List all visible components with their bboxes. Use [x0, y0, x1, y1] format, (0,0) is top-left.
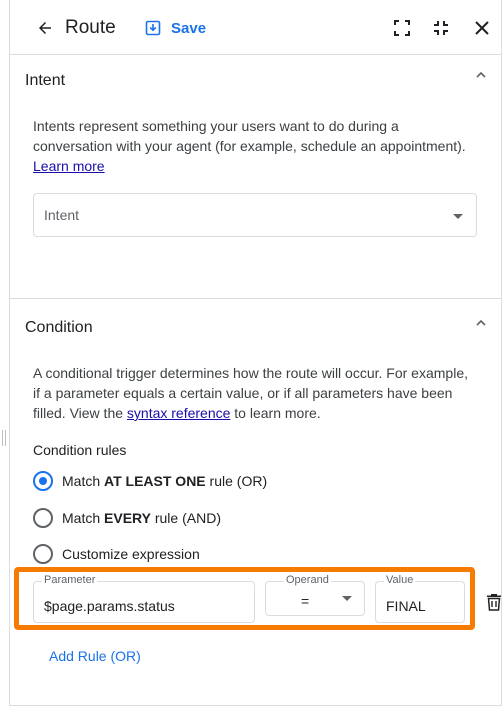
save-icon [145, 20, 161, 36]
condition-rules-title: Condition rules [33, 442, 127, 458]
operand-value: = [301, 593, 310, 609]
operand-select[interactable]: Operand = [265, 574, 365, 616]
operand-label: Operand [284, 574, 331, 586]
radio-button-checked[interactable] [33, 471, 53, 491]
parameter-input[interactable]: Parameter $page.params.status [33, 574, 255, 623]
intent-select-placeholder: Intent [44, 207, 80, 223]
value-value: FINAL [386, 598, 426, 614]
arrow-back-icon[interactable] [36, 19, 54, 37]
route-panel: Route Save Intent Intents represent some… [9, 0, 502, 706]
radio-customize-label: Customize expression [62, 546, 200, 562]
intent-section-title: Intent [25, 72, 66, 89]
condition-description: A conditional trigger determines how the… [33, 365, 468, 421]
radio-match-or-label: Match AT LEAST ONE rule (OR) [62, 473, 268, 489]
dropdown-caret-icon [453, 214, 463, 219]
intent-select[interactable]: Intent [33, 193, 477, 237]
radio-match-or[interactable]: Match AT LEAST ONE rule (OR) [33, 471, 267, 491]
close-icon[interactable] [473, 19, 491, 37]
chevron-up-icon[interactable] [474, 316, 488, 330]
save-label: Save [171, 19, 207, 37]
radio-button[interactable] [33, 508, 53, 528]
section-divider [10, 298, 501, 299]
dropdown-caret-icon [342, 596, 352, 601]
chevron-up-icon[interactable] [474, 68, 488, 82]
value-label: Value [384, 574, 416, 586]
parameter-value: $page.params.status [44, 598, 175, 614]
delete-icon[interactable] [486, 593, 502, 611]
fullscreen-exit-icon[interactable] [432, 19, 450, 37]
panel-header: Route Save [10, 0, 501, 55]
syntax-reference-link[interactable]: syntax reference [127, 405, 231, 421]
save-button[interactable]: Save [145, 15, 206, 41]
radio-match-and-label: Match EVERY rule (AND) [62, 510, 221, 526]
radio-match-and[interactable]: Match EVERY rule (AND) [33, 508, 221, 528]
radio-button[interactable] [33, 544, 53, 564]
parameter-label: Parameter [42, 574, 98, 586]
learn-more-link[interactable]: Learn more [33, 158, 105, 174]
intent-description: Intents represent something your users w… [33, 118, 466, 174]
value-input[interactable]: Value FINAL [375, 574, 465, 623]
fullscreen-icon[interactable] [393, 19, 411, 37]
radio-customize-expression[interactable]: Customize expression [33, 544, 200, 564]
condition-section-title: Condition [25, 319, 93, 336]
page-title: Route [65, 17, 116, 38]
resize-handle[interactable] [2, 430, 7, 446]
add-rule-button[interactable]: Add Rule (OR) [49, 648, 141, 664]
